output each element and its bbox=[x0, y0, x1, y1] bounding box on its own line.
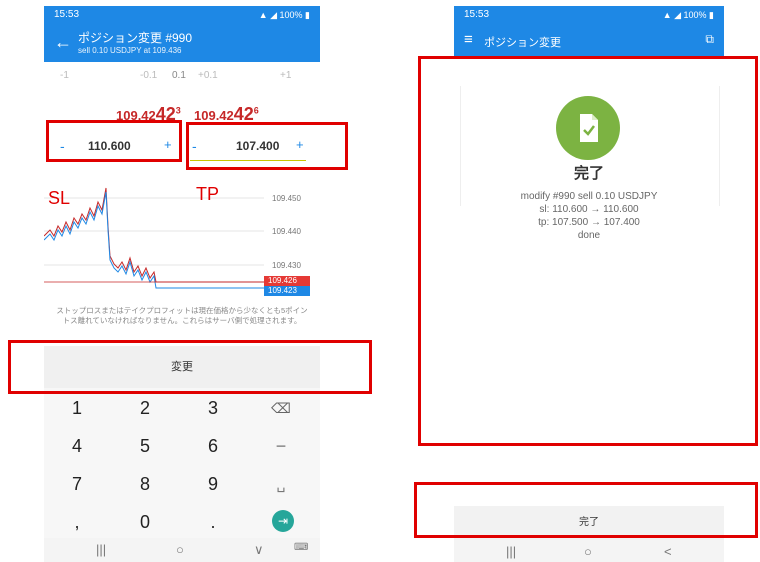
key-2[interactable]: 2 bbox=[112, 388, 178, 428]
step-minus-01[interactable]: -0.1 bbox=[140, 70, 157, 81]
ask-tag-label: 109.426 bbox=[268, 276, 297, 285]
recent-apps-icon[interactable]: ||| bbox=[506, 544, 516, 559]
back-icon[interactable]: ∨ bbox=[254, 542, 264, 558]
step-size[interactable]: 0.1 bbox=[172, 70, 186, 81]
copy-icon[interactable]: ⧉ bbox=[705, 32, 714, 47]
modify-highlight-box bbox=[8, 340, 372, 394]
key-7[interactable]: 7 bbox=[44, 464, 110, 504]
tp-highlight-box bbox=[186, 122, 348, 170]
space-icon[interactable]: ␣ bbox=[248, 464, 314, 504]
result-highlight-box bbox=[418, 56, 758, 446]
key-4[interactable]: 4 bbox=[44, 426, 110, 466]
key-5[interactable]: 5 bbox=[112, 426, 178, 466]
key-dot[interactable]: . bbox=[180, 502, 246, 542]
axis-label-1: 109.450 bbox=[272, 194, 301, 203]
key-9[interactable]: 9 bbox=[180, 464, 246, 504]
status-time: 15:53 bbox=[54, 9, 80, 20]
key-comma[interactable]: , bbox=[44, 502, 110, 542]
sl-annotation: SL bbox=[48, 188, 71, 208]
ask-line bbox=[44, 187, 264, 283]
status-bar: 15:53 ▲ ◢ 100% ▮ bbox=[44, 6, 320, 24]
backspace-icon[interactable]: ⌫ bbox=[248, 388, 314, 428]
arrow-left-icon[interactable]: ← bbox=[54, 32, 72, 53]
page-title: ポジション変更 bbox=[484, 37, 561, 49]
key-1[interactable]: 1 bbox=[44, 388, 110, 428]
key-8[interactable]: 8 bbox=[112, 464, 178, 504]
key-3[interactable]: 3 bbox=[180, 388, 246, 428]
recent-apps-icon[interactable]: ||| bbox=[96, 542, 106, 557]
nav-bar: ||| ○ < bbox=[454, 540, 724, 562]
key-minus[interactable]: − bbox=[248, 426, 314, 466]
left-phone-screen: 15:53 ▲ ◢ 100% ▮ ← ポジション変更 #990 sell 0.1… bbox=[44, 6, 320, 562]
status-icons: ▲ ◢ 100% ▮ bbox=[662, 10, 714, 20]
app-bar: ← ポジション変更 #990 sell 0.10 USDJPY at 109.4… bbox=[44, 24, 320, 62]
key-0[interactable]: 0 bbox=[112, 502, 178, 542]
notice-text: ストップロスまたはテイクプロフィットは現在価格から少なくとも5ポイントス離れてい… bbox=[56, 306, 308, 325]
step-row: -1 -0.1 0.1 +0.1 +1 bbox=[44, 70, 320, 86]
status-icons: ▲ ◢ 100% ▮ bbox=[258, 10, 310, 20]
next-icon[interactable]: ⇥ bbox=[272, 510, 294, 532]
home-icon[interactable]: ○ bbox=[584, 544, 592, 559]
nav-bar: ||| ○ ∨ ⌨ bbox=[44, 538, 320, 562]
sl-highlight-box bbox=[46, 120, 182, 162]
menu-icon[interactable]: ≡ bbox=[464, 31, 473, 48]
done-highlight-box bbox=[414, 482, 758, 538]
back-icon[interactable]: < bbox=[664, 544, 672, 559]
ask-big-digit: 42 bbox=[233, 104, 254, 124]
numeric-keypad: 1 2 3 ⌫ 4 5 6 − 7 8 9 ␣ , 0 . ⇥ bbox=[44, 388, 320, 538]
axis-label-2: 109.440 bbox=[272, 227, 301, 236]
page-title: ポジション変更 #990 bbox=[78, 31, 193, 45]
step-plus-01[interactable]: +0.1 bbox=[198, 70, 218, 81]
tp-annotation: TP bbox=[196, 184, 220, 204]
app-bar: ≡ ポジション変更 ⧉ bbox=[454, 24, 724, 58]
status-time: 15:53 bbox=[464, 9, 490, 20]
axis-label-3: 109.430 bbox=[272, 261, 301, 270]
status-bar: 15:53 ▲ ◢ 100% ▮ bbox=[454, 6, 724, 24]
step-plus-1[interactable]: +1 bbox=[280, 70, 291, 81]
bid-tag-label: 109.423 bbox=[268, 286, 297, 295]
keyboard-icon[interactable]: ⌨ bbox=[294, 542, 308, 553]
home-icon[interactable]: ○ bbox=[176, 542, 184, 557]
page-subtitle: sell 0.10 USDJPY at 109.436 bbox=[78, 46, 182, 55]
key-6[interactable]: 6 bbox=[180, 426, 246, 466]
step-minus-1[interactable]: -1 bbox=[60, 70, 69, 81]
